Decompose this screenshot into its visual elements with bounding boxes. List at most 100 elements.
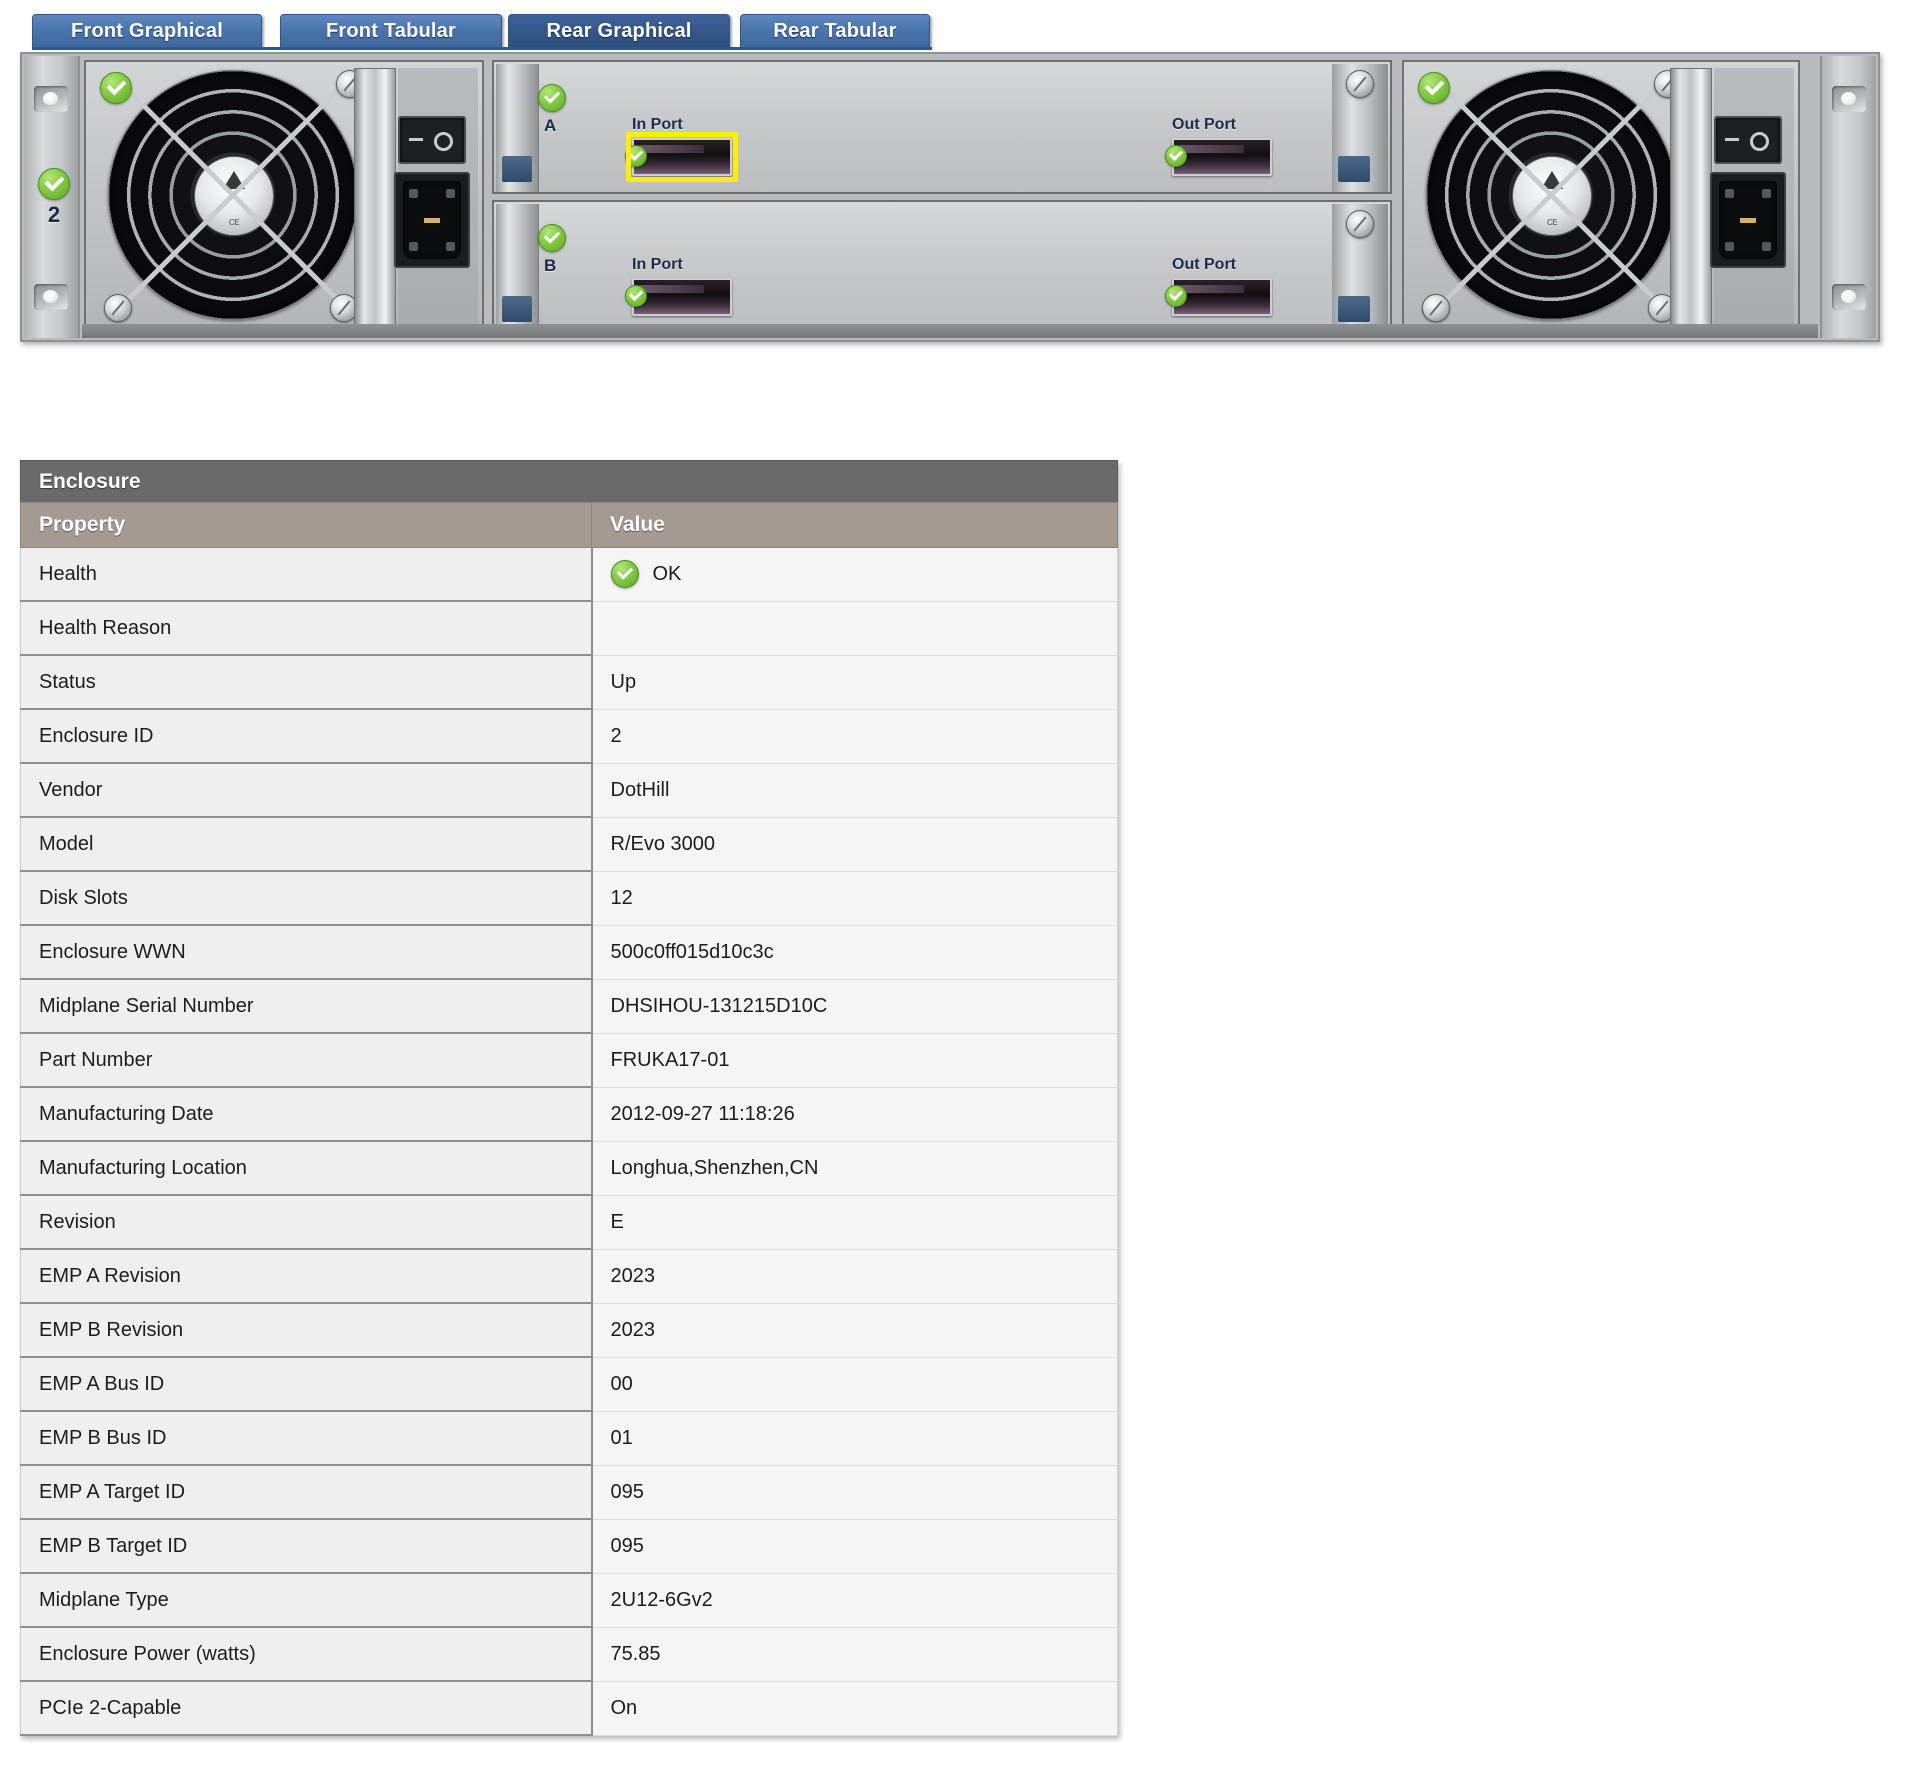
table-row[interactable]: PCIe 2-Capable On bbox=[20, 1680, 1118, 1736]
iom-a-in-port-group[interactable]: In Port bbox=[625, 116, 738, 182]
psu-right-health-ok-icon bbox=[1418, 72, 1450, 104]
property-value-cell: 2012-09-27 11:18:26 bbox=[591, 1086, 1118, 1142]
fan-hub-icon: CE bbox=[194, 156, 274, 236]
power-supply-left[interactable]: CE bbox=[84, 60, 484, 334]
iom-a-out-port-status-ok-icon bbox=[1165, 145, 1187, 167]
property-name-cell: EMP B Target ID bbox=[20, 1518, 593, 1574]
iom-b-out-port-group[interactable]: Out Port bbox=[1165, 256, 1272, 316]
table-row[interactable]: Health Reason bbox=[20, 600, 1118, 656]
iom-b-bracket bbox=[1332, 204, 1388, 332]
panel-title: Enclosure bbox=[20, 460, 1118, 502]
property-name-cell: Manufacturing Location bbox=[20, 1140, 593, 1196]
table-row[interactable]: EMP B Revision 2023 bbox=[20, 1302, 1118, 1358]
rack-ear-hole-icon bbox=[1832, 284, 1866, 310]
column-header-property: Property bbox=[20, 502, 592, 548]
rack-ear-left: 2 bbox=[24, 56, 80, 338]
property-value-cell: 01 bbox=[591, 1410, 1118, 1466]
table-row[interactable]: Enclosure Power (watts) 75.85 bbox=[20, 1626, 1118, 1682]
enclosure-properties-panel: Enclosure Property Value Health OK Health … bbox=[20, 460, 1118, 1736]
property-value-cell: Up bbox=[591, 654, 1118, 710]
iom-b-in-port-group[interactable]: In Port bbox=[625, 256, 732, 316]
property-name-cell: EMP A Revision bbox=[20, 1248, 593, 1304]
table-row[interactable]: Enclosure ID 2 bbox=[20, 708, 1118, 764]
table-row[interactable]: Manufacturing Date 2012-09-27 11:18:26 bbox=[20, 1086, 1118, 1142]
property-name-cell: Manufacturing Date bbox=[20, 1086, 593, 1142]
table-row[interactable]: Enclosure WWN 500c0ff015d10c3c bbox=[20, 924, 1118, 980]
table-row[interactable]: Health OK bbox=[20, 547, 1118, 602]
property-value-cell: 500c0ff015d10c3c bbox=[591, 924, 1118, 980]
fan-hub-icon: CE bbox=[1512, 156, 1592, 236]
psu-connector-panel bbox=[394, 68, 478, 326]
table-row[interactable]: Midplane Serial Number DHSIHOU-131215D10C bbox=[20, 978, 1118, 1034]
table-header-row: Property Value bbox=[20, 502, 1118, 548]
property-value-cell: DHSIHOU-131215D10C bbox=[591, 978, 1118, 1034]
tab-rear-graphical[interactable]: Rear Graphical bbox=[508, 14, 730, 48]
tab-rear-tabular[interactable]: Rear Tabular bbox=[740, 14, 930, 48]
property-value-cell: 00 bbox=[591, 1356, 1118, 1412]
property-name-cell: Disk Slots bbox=[20, 870, 593, 926]
iom-a-out-port-group[interactable]: Out Port bbox=[1165, 116, 1272, 176]
property-value-cell: 095 bbox=[591, 1518, 1118, 1574]
psu-screw-icon bbox=[104, 294, 132, 322]
property-name-cell: Enclosure Power (watts) bbox=[20, 1626, 593, 1682]
property-name-cell: Model bbox=[20, 816, 593, 872]
enclosure-rear-graphic[interactable]: 2 CE A In Port Out Port B In Port Out Po… bbox=[20, 52, 1880, 342]
property-value-cell: 095 bbox=[591, 1464, 1118, 1520]
table-row[interactable]: Disk Slots 12 bbox=[20, 870, 1118, 926]
property-name-cell: Part Number bbox=[20, 1032, 593, 1088]
power-switch-icon[interactable] bbox=[398, 116, 466, 164]
property-name-cell: Health bbox=[20, 547, 593, 602]
io-module-a[interactable]: A In Port Out Port bbox=[492, 60, 1392, 194]
property-name-cell: EMP B Revision bbox=[20, 1302, 593, 1358]
table-row[interactable]: Part Number FRUKA17-01 bbox=[20, 1032, 1118, 1088]
iom-a-health-ok-icon bbox=[538, 84, 566, 112]
iom-b-health-ok-icon bbox=[538, 224, 566, 252]
table-row[interactable]: EMP A Revision 2023 bbox=[20, 1248, 1118, 1304]
power-supply-right[interactable]: CE bbox=[1402, 60, 1800, 334]
iom-b-out-port[interactable] bbox=[1165, 278, 1272, 316]
property-name-cell: EMP B Bus ID bbox=[20, 1410, 593, 1466]
property-name-cell: Enclosure WWN bbox=[20, 924, 593, 980]
iom-latch-icon bbox=[496, 64, 539, 192]
property-value-cell: 2U12-6Gv2 bbox=[591, 1572, 1118, 1628]
table-row[interactable]: Manufacturing Location Longhua,Shenzhen,C… bbox=[20, 1140, 1118, 1196]
property-name-cell: Midplane Serial Number bbox=[20, 978, 593, 1034]
power-switch-icon[interactable] bbox=[1714, 116, 1782, 164]
table-row[interactable]: EMP B Target ID 095 bbox=[20, 1518, 1118, 1574]
iom-b-in-port[interactable] bbox=[625, 278, 732, 316]
iom-a-out-port[interactable] bbox=[1165, 138, 1272, 176]
property-name-cell: Vendor bbox=[20, 762, 593, 818]
psu-handle-bracket bbox=[354, 68, 396, 328]
iec-power-socket-icon bbox=[394, 172, 470, 268]
iom-a-in-port[interactable] bbox=[625, 132, 738, 182]
table-row[interactable]: EMP A Target ID 095 bbox=[20, 1464, 1118, 1520]
iom-b-in-port-label: In Port bbox=[632, 256, 683, 273]
rack-ear-right bbox=[1820, 56, 1876, 338]
table-row[interactable]: EMP B Bus ID 01 bbox=[20, 1410, 1118, 1466]
iec-power-socket-icon bbox=[1710, 172, 1786, 268]
iom-b-in-port-status-ok-icon bbox=[625, 285, 647, 307]
psu-left-health-ok-icon bbox=[100, 72, 132, 104]
tab-front-graphical[interactable]: Front Graphical bbox=[32, 14, 262, 48]
io-module-b[interactable]: B In Port Out Port bbox=[492, 200, 1392, 334]
psu-handle-bracket bbox=[1670, 68, 1712, 328]
property-name-cell: Health Reason bbox=[20, 600, 593, 656]
table-row[interactable]: Model R/Evo 3000 bbox=[20, 816, 1118, 872]
table-row[interactable]: EMP A Bus ID 00 bbox=[20, 1356, 1118, 1412]
health-value-group: OK bbox=[610, 548, 1117, 600]
property-name-cell: Status bbox=[20, 654, 593, 710]
enclosure-properties-table: Property Value Health OK Health Reason Stat… bbox=[20, 502, 1118, 1736]
property-value-cell: 2023 bbox=[591, 1248, 1118, 1304]
table-row[interactable]: Midplane Type 2U12-6Gv2 bbox=[20, 1572, 1118, 1628]
table-row[interactable]: Vendor DotHill bbox=[20, 762, 1118, 818]
green-check-ok-icon bbox=[610, 560, 639, 589]
health-value-text: OK bbox=[652, 562, 682, 585]
enclosure-id-label: 2 bbox=[47, 202, 61, 227]
rack-ear-hole-icon bbox=[34, 86, 68, 112]
property-value-cell: Longhua,Shenzhen,CN bbox=[591, 1140, 1118, 1196]
property-value-cell: 2023 bbox=[591, 1302, 1118, 1358]
rack-ear-hole-icon bbox=[34, 284, 68, 310]
table-row[interactable]: Status Up bbox=[20, 654, 1118, 710]
table-row[interactable]: Revision E bbox=[20, 1194, 1118, 1250]
tab-front-tabular[interactable]: Front Tabular bbox=[280, 14, 502, 48]
